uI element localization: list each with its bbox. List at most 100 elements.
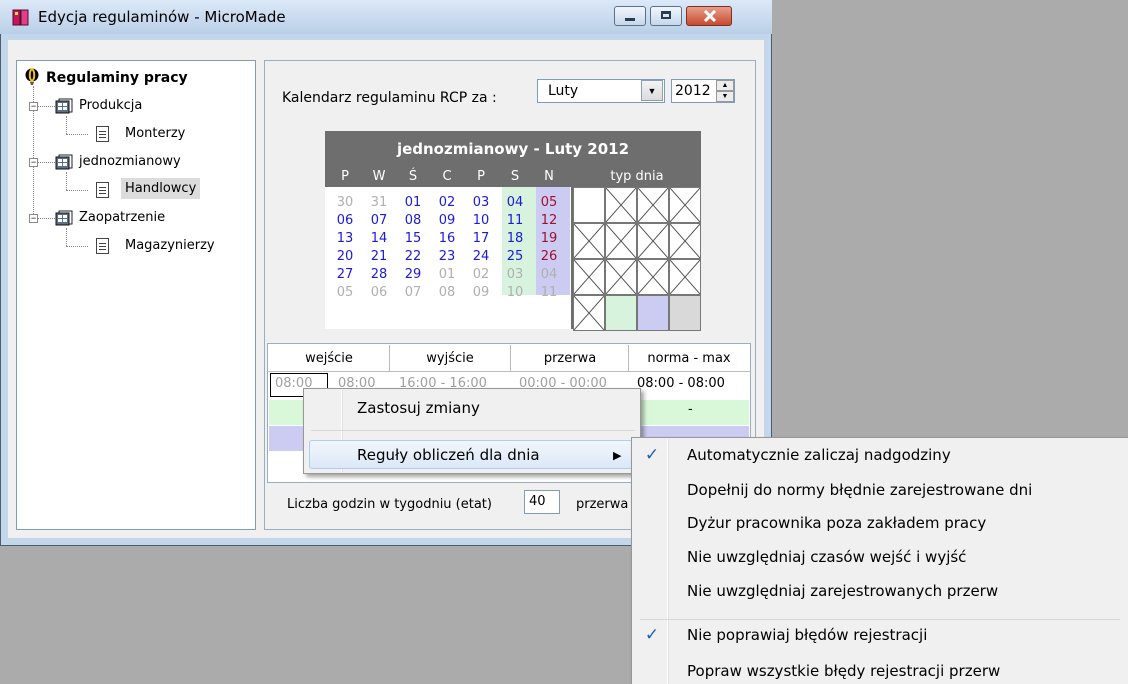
submenu-item[interactable]: Dyżur pracownika poza zakładem pracy xyxy=(687,514,986,532)
day-header-6: N xyxy=(544,169,554,184)
calendar-day[interactable]: 01 xyxy=(396,195,430,210)
day-type-cell-empty[interactable] xyxy=(605,259,637,295)
calendar-day[interactable]: 24 xyxy=(464,249,498,264)
close-button[interactable] xyxy=(686,6,732,26)
cross-icon xyxy=(606,224,636,258)
calendar-day[interactable]: 11 xyxy=(498,213,532,228)
calendar-day[interactable]: 21 xyxy=(362,249,396,264)
tree-item-handlowcy[interactable]: Handlowcy xyxy=(121,178,201,199)
day-type-cell[interactable] xyxy=(605,295,637,331)
year-value: 2012 xyxy=(675,83,711,99)
calendar-day[interactable]: 17 xyxy=(464,231,498,246)
calendar-day[interactable]: 28 xyxy=(362,267,396,282)
calendar-day[interactable]: 16 xyxy=(430,231,464,246)
cross-icon xyxy=(606,260,636,294)
tree-item-monterzy[interactable]: Monterzy xyxy=(125,126,185,141)
calendar-day[interactable]: 10 xyxy=(498,285,532,300)
collapse-toggle-zaopatrzenie[interactable]: − xyxy=(29,214,38,223)
day-type-cell[interactable] xyxy=(573,187,605,223)
day-type-cell[interactable] xyxy=(669,295,701,331)
minimize-button[interactable] xyxy=(614,6,646,26)
day-type-cell-empty[interactable] xyxy=(669,259,701,295)
tree-root-label[interactable]: Regulaminy pracy xyxy=(46,70,188,86)
calendar-day[interactable]: 07 xyxy=(362,213,396,228)
calendar-day[interactable]: 15 xyxy=(396,231,430,246)
calendar-day[interactable]: 14 xyxy=(362,231,396,246)
calendar-day[interactable]: 09 xyxy=(464,285,498,300)
day-header-4: P xyxy=(477,169,485,184)
calendar-day[interactable]: 19 xyxy=(532,231,566,246)
column-header-norma-max: norma - max xyxy=(647,351,731,366)
maximize-button[interactable] xyxy=(650,6,682,26)
calendar-day[interactable]: 08 xyxy=(430,285,464,300)
calendar-day[interactable]: 23 xyxy=(430,249,464,264)
day-header-1: W xyxy=(372,169,386,184)
tree-item-zaopatrzenie[interactable]: Zaopatrzenie xyxy=(79,210,165,225)
day-type-cell-empty[interactable] xyxy=(637,259,669,295)
day-type-cell-empty[interactable] xyxy=(573,223,605,259)
submenu-item[interactable]: Dopełnij do normy błędnie zarejestrowane… xyxy=(687,481,1032,499)
calendar-day[interactable]: 27 xyxy=(328,267,362,282)
day-type-cell-empty[interactable] xyxy=(605,223,637,259)
submenu-item[interactable]: Nie uwzględniaj zarejestrowanych przerw xyxy=(687,582,998,600)
calendar-day[interactable]: 03 xyxy=(464,195,498,210)
tree-item-magazynierzy[interactable]: Magazynierzy xyxy=(125,238,215,253)
calendar-day[interactable]: 12 xyxy=(532,213,566,228)
submenu-item[interactable]: Nie poprawiaj błędów rejestracji xyxy=(687,626,927,644)
calendar-day[interactable]: 29 xyxy=(396,267,430,282)
month-select-value: Luty xyxy=(548,83,579,99)
calendar-day[interactable]: 20 xyxy=(328,249,362,264)
dropdown-arrow-icon[interactable]: ▼ xyxy=(641,80,663,101)
day-type-cell-empty[interactable] xyxy=(637,223,669,259)
calendar-day[interactable]: 05 xyxy=(328,285,362,300)
calendar-day[interactable]: 01 xyxy=(430,267,464,282)
calendar-day[interactable]: 04 xyxy=(498,195,532,210)
menu-item-day-rules[interactable]: Reguły obliczeń dla dnia xyxy=(357,446,540,464)
document-icon xyxy=(96,126,109,142)
checkmark-icon: ✓ xyxy=(644,625,660,644)
calendar-day[interactable]: 03 xyxy=(498,267,532,282)
calendar-day[interactable]: 07 xyxy=(396,285,430,300)
calendar-day[interactable]: 05 xyxy=(532,195,566,210)
calendar-day[interactable]: 06 xyxy=(328,213,362,228)
day-type-cell-empty[interactable] xyxy=(669,187,701,223)
cross-icon xyxy=(574,224,604,258)
collapse-toggle-jednozmianowy[interactable]: − xyxy=(29,158,38,167)
day-type-cell-empty[interactable] xyxy=(637,187,669,223)
menu-item-apply-changes[interactable]: Zastosuj zmiany xyxy=(357,399,480,417)
spin-down-icon[interactable]: ▼ xyxy=(716,91,734,102)
calendar-day[interactable]: 25 xyxy=(498,249,532,264)
tree-item-jednozmianowy[interactable]: jednozmianowy xyxy=(79,154,181,169)
calendar-day[interactable]: 26 xyxy=(532,249,566,264)
calendar-day[interactable]: 06 xyxy=(362,285,396,300)
calendar-day[interactable]: 13 xyxy=(328,231,362,246)
checkmark-icon: ✓ xyxy=(644,445,660,464)
collapse-toggle-produkcja[interactable]: − xyxy=(29,102,38,111)
calendar-day[interactable]: 08 xyxy=(396,213,430,228)
calendar-day[interactable]: 02 xyxy=(430,195,464,210)
calendar-day[interactable]: 22 xyxy=(396,249,430,264)
calendar-day[interactable]: 11 xyxy=(532,285,566,300)
calendar-day[interactable]: 04 xyxy=(532,267,566,282)
cross-icon xyxy=(638,260,668,294)
submenu-item[interactable]: Automatycznie zaliczaj nadgodziny xyxy=(687,446,951,464)
weekly-hours-input[interactable]: 40 xyxy=(524,490,560,514)
calendar-day[interactable]: 18 xyxy=(498,231,532,246)
submenu-item[interactable]: Nie uwzględniaj czasów wejść i wyjść xyxy=(687,548,966,566)
calendar-day[interactable]: 02 xyxy=(464,267,498,282)
day-type-cell-empty[interactable] xyxy=(605,187,637,223)
cross-icon xyxy=(670,188,700,222)
day-type-cell-empty[interactable] xyxy=(669,223,701,259)
submenu-item[interactable]: Popraw wszystkie błędy rejestracji przer… xyxy=(687,662,1000,680)
day-type-cell[interactable] xyxy=(637,295,669,331)
document-icon xyxy=(96,238,109,254)
tree-item-produkcja[interactable]: Produkcja xyxy=(79,98,142,113)
document-icon xyxy=(96,182,109,198)
calendar-day[interactable]: 30 xyxy=(328,195,362,210)
calendar-day[interactable]: 10 xyxy=(464,213,498,228)
day-type-cell-empty[interactable] xyxy=(573,295,605,331)
spin-up-icon[interactable]: ▲ xyxy=(716,80,734,91)
calendar-day[interactable]: 31 xyxy=(362,195,396,210)
day-type-cell-empty[interactable] xyxy=(573,259,605,295)
calendar-day[interactable]: 09 xyxy=(430,213,464,228)
